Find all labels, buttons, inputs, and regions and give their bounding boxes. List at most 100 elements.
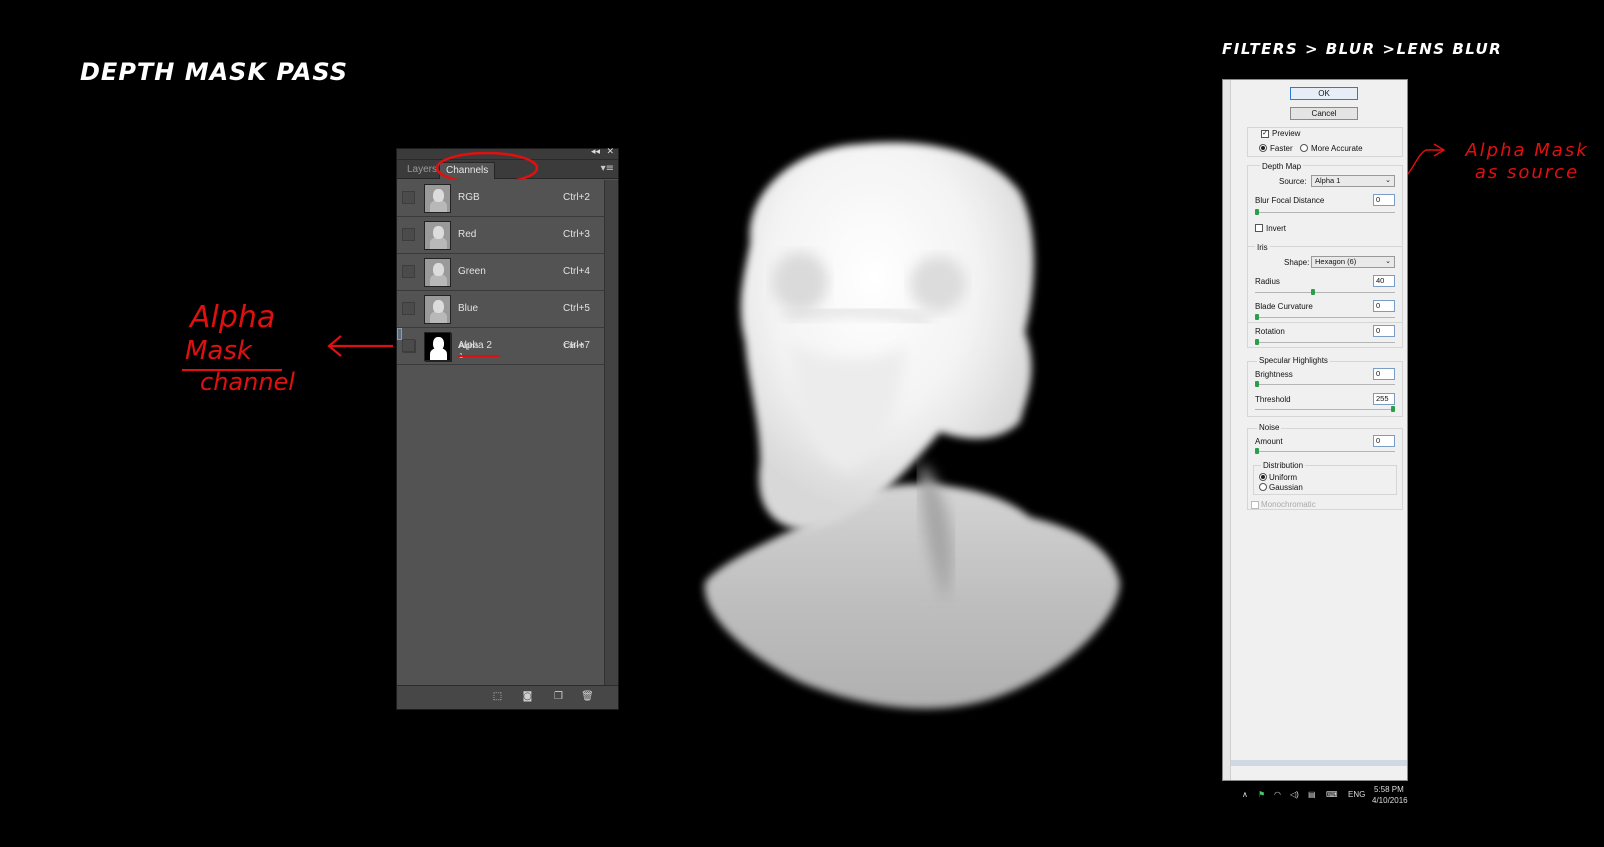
channel-list-scrollbar[interactable] xyxy=(604,180,618,687)
channel-shortcut: Ctrl+5 xyxy=(563,303,590,314)
slider-knob[interactable] xyxy=(1255,381,1259,387)
message-icon[interactable]: ▤ xyxy=(1308,790,1316,799)
threshold-label: Threshold xyxy=(1255,395,1291,404)
brightness-input[interactable]: 0 xyxy=(1373,368,1395,380)
filter-path-title: Filters > Blur >Lens Blur xyxy=(1222,40,1503,58)
trash-icon[interactable]: 🗑 xyxy=(581,691,594,703)
channel-name: Blue xyxy=(458,303,479,314)
slider-knob[interactable] xyxy=(1255,339,1259,345)
channel-row-alpha-2[interactable]: Alpha 2 Ctrl+7 xyxy=(397,328,605,365)
blur-focal-distance-slider[interactable] xyxy=(1255,209,1395,215)
channel-shortcut: Ctrl+2 xyxy=(563,192,590,203)
save-selection-icon[interactable]: ◙ xyxy=(521,691,534,703)
channel-name: Red xyxy=(458,229,477,240)
visibility-toggle[interactable] xyxy=(402,265,415,278)
blur-focal-distance-label: Blur Focal Distance xyxy=(1255,196,1325,205)
channel-name: Green xyxy=(458,266,486,277)
blur-focal-distance-input[interactable]: 0 xyxy=(1373,194,1395,206)
visibility-toggle[interactable] xyxy=(402,302,415,315)
radius-label: Radius xyxy=(1255,277,1280,286)
volume-icon[interactable]: ◁) xyxy=(1290,790,1299,799)
faster-label: Faster xyxy=(1270,144,1293,153)
more-accurate-label: More Accurate xyxy=(1311,144,1363,153)
visibility-toggle[interactable] xyxy=(402,228,415,241)
annotation-arrow-right xyxy=(1405,143,1446,177)
iris-label: Iris xyxy=(1255,243,1270,252)
radius-slider[interactable] xyxy=(1255,289,1395,295)
annotation-line-alpha: Alpha xyxy=(190,300,276,335)
depth-render-bust xyxy=(704,142,1120,709)
faster-radio[interactable] xyxy=(1259,144,1267,152)
amount-label: Amount xyxy=(1255,437,1283,446)
slider-knob[interactable] xyxy=(1255,314,1259,320)
preview-checkbox[interactable]: ✓ xyxy=(1261,130,1269,138)
threshold-slider[interactable] xyxy=(1255,406,1395,412)
annotation-line-2: as source xyxy=(1474,162,1580,183)
page-title: Depth Mask Pass xyxy=(80,58,349,86)
cancel-button[interactable]: Cancel xyxy=(1290,107,1358,120)
visibility-toggle[interactable] xyxy=(402,191,415,204)
threshold-input[interactable]: 255 xyxy=(1373,393,1395,405)
channel-shortcut: Ctrl+4 xyxy=(563,266,590,277)
annotation-line-1: Alpha Mask xyxy=(1465,140,1589,161)
close-icon[interactable]: ✕ xyxy=(606,147,614,157)
panel-bottom-toolbar: ⬚ ◙ ❐ 🗑 xyxy=(397,685,618,709)
visibility-toggle[interactable] xyxy=(402,339,415,352)
channel-thumbnail xyxy=(424,258,451,287)
slider-knob[interactable] xyxy=(1391,406,1395,412)
blade-curvature-slider[interactable] xyxy=(1255,314,1395,320)
source-select[interactable]: Alpha 1 ⌄ xyxy=(1311,175,1395,187)
channel-row-green[interactable]: Green Ctrl+4 xyxy=(397,254,605,291)
load-selection-icon[interactable]: ⬚ xyxy=(491,691,504,703)
channel-row-rgb[interactable]: RGB Ctrl+2 xyxy=(397,180,605,217)
uniform-radio[interactable] xyxy=(1259,473,1267,481)
blade-curvature-input[interactable]: 0 xyxy=(1373,300,1395,312)
clock-time[interactable]: 5:58 PM xyxy=(1374,785,1404,794)
chevron-down-icon: ⌄ xyxy=(1385,177,1391,184)
channel-thumbnail xyxy=(424,184,451,213)
brightness-slider[interactable] xyxy=(1255,381,1395,387)
shape-select[interactable]: Hexagon (6) ⌄ xyxy=(1311,256,1395,268)
blade-curvature-label: Blade Curvature xyxy=(1255,302,1313,311)
channel-name: RGB xyxy=(458,192,480,203)
invert-checkbox[interactable] xyxy=(1255,224,1263,232)
rotation-input[interactable]: 0 xyxy=(1373,325,1395,337)
depth-map-label: Depth Map xyxy=(1260,162,1304,171)
collapse-icon[interactable]: ◂◂ xyxy=(591,147,600,157)
channel-row-red[interactable]: Red Ctrl+3 xyxy=(397,217,605,254)
shape-value: Hexagon (6) xyxy=(1315,257,1357,266)
language-indicator[interactable]: ENG xyxy=(1348,790,1365,799)
slider-knob[interactable] xyxy=(1255,448,1259,454)
lens-blur-dialog: OK Cancel ✓ Preview Faster More Accurate… xyxy=(1222,79,1408,781)
annotation-alpha-mask-source: Alpha Mask as source xyxy=(1452,140,1602,190)
new-channel-icon[interactable]: ❐ xyxy=(552,691,565,703)
amount-slider[interactable] xyxy=(1255,448,1395,454)
source-label: Source: xyxy=(1279,177,1307,186)
channel-shortcut: Ctrl+7 xyxy=(563,340,590,351)
shape-label: Shape: xyxy=(1284,258,1310,267)
keyboard-icon[interactable]: ⌨ xyxy=(1326,790,1338,799)
channel-thumbnail xyxy=(424,221,451,250)
slider-knob[interactable] xyxy=(1311,289,1315,295)
monochromatic-checkbox[interactable] xyxy=(1251,501,1259,509)
chevron-down-icon: ⌄ xyxy=(1385,258,1391,265)
rotation-slider[interactable] xyxy=(1255,339,1395,345)
channel-thumbnail xyxy=(424,332,451,361)
channel-row-blue[interactable]: Blue Ctrl+5 xyxy=(397,291,605,328)
gaussian-radio[interactable] xyxy=(1259,483,1267,491)
invert-label: Invert xyxy=(1266,224,1287,233)
amount-input[interactable]: 0 xyxy=(1373,435,1395,447)
more-accurate-radio[interactable] xyxy=(1300,144,1308,152)
radius-input[interactable]: 40 xyxy=(1373,275,1395,287)
slider-knob[interactable] xyxy=(1255,209,1259,215)
chevron-up-icon[interactable]: ∧ xyxy=(1242,790,1248,799)
wifi-icon[interactable]: ◠ xyxy=(1274,790,1281,799)
ok-button[interactable]: OK xyxy=(1290,87,1358,100)
uniform-label: Uniform xyxy=(1269,473,1298,482)
clock-date[interactable]: 4/10/2016 xyxy=(1372,796,1408,805)
network-icon[interactable]: ⚑ xyxy=(1258,790,1265,799)
gaussian-label: Gaussian xyxy=(1269,483,1303,492)
dialog-bottom-bar xyxy=(1231,760,1407,766)
dialog-scrollbar[interactable] xyxy=(1223,80,1231,780)
panel-menu-icon[interactable]: ▾≡ xyxy=(601,163,614,174)
